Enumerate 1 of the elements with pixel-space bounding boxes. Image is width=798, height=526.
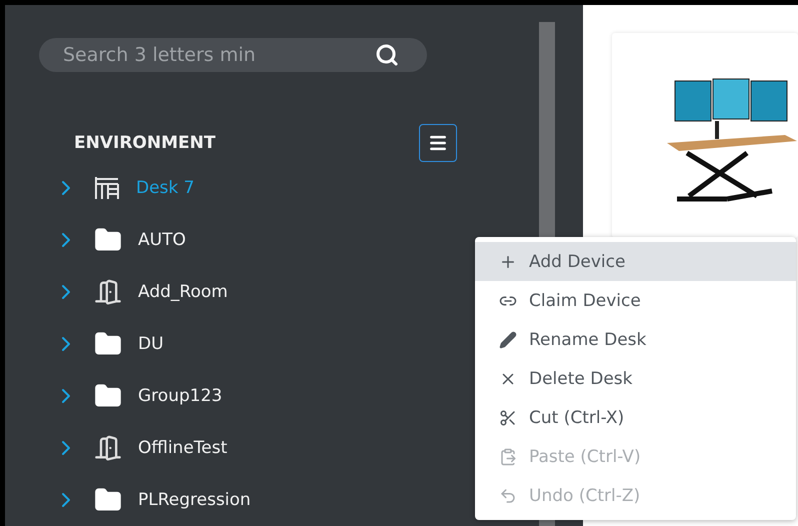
tree-title: ENVIRONMENT [74, 133, 216, 153]
